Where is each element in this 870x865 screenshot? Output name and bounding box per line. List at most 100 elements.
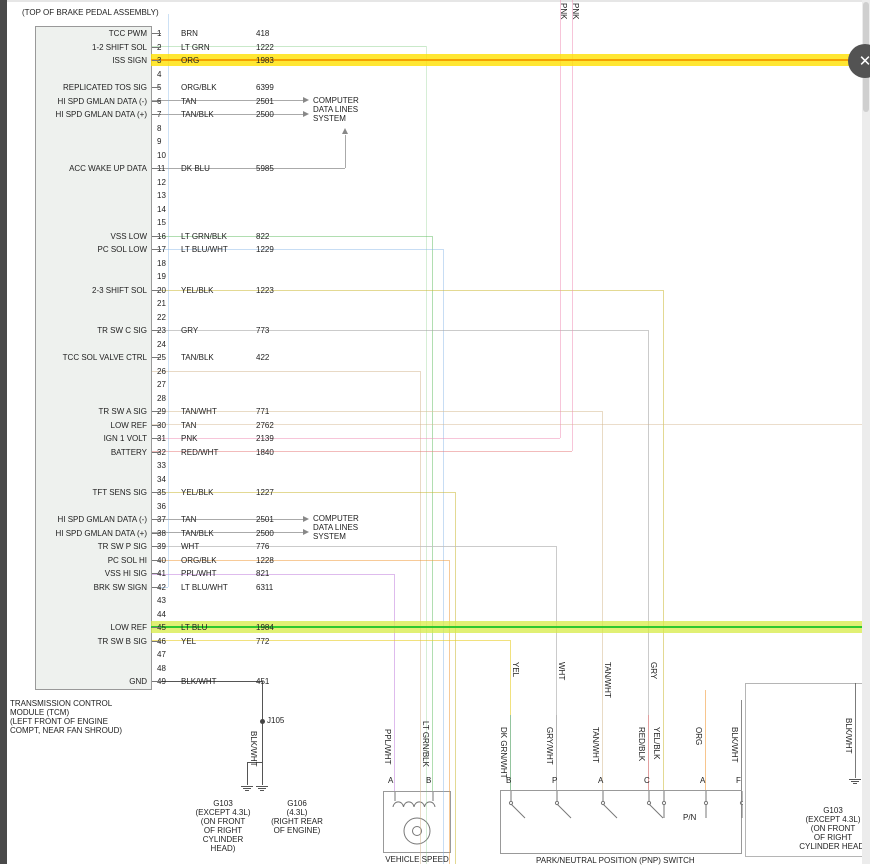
pnp-pin-letter: F — [736, 776, 741, 785]
pin-stub — [152, 519, 161, 520]
pin-signal-label: IGN 1 VOLT — [38, 434, 147, 443]
offpage-arrow-icon — [303, 516, 309, 522]
pin-number: 27 — [157, 380, 166, 389]
pin-signal-label: ACC WAKE UP DATA — [38, 164, 147, 173]
tcm-pin-row: TR SW A SIG 29 TAN/WHT 771 — [38, 407, 300, 421]
wire-segment[interactable] — [510, 640, 511, 715]
splice-dot — [260, 719, 265, 724]
wire-segment[interactable] — [572, 0, 573, 451]
wire-color-label: ORG/BLK — [181, 83, 217, 92]
wire-segment[interactable] — [449, 560, 450, 864]
pin-number: 19 — [157, 272, 166, 281]
pin-stub — [152, 87, 161, 88]
wire-segment[interactable] — [455, 492, 456, 864]
panel-toggle-button[interactable]: ✕ — [848, 44, 870, 78]
wire-color-label: YEL/BLK — [652, 727, 661, 759]
wire-color-label: TAN/WHT — [603, 662, 612, 698]
pin-number: 24 — [157, 340, 166, 349]
wire-segment[interactable] — [855, 683, 856, 778]
tcm-pin-row: 14 — [38, 205, 300, 219]
top-note: (TOP OF BRAKE PEDAL ASSEMBLY) — [22, 8, 159, 17]
tcm-pin-row: ACC WAKE UP DATA 11 DK BLU 5985 — [38, 164, 300, 178]
tcm-pin-row: LOW REF 30 TAN 2762 — [38, 421, 300, 435]
pnp-pin-letter: P — [552, 776, 557, 785]
pnp-pin-letter: A — [598, 776, 603, 785]
pin-number: 12 — [157, 178, 166, 187]
pin-number: 48 — [157, 664, 166, 673]
pin-stub — [152, 411, 161, 412]
wire-color-label: LT GRN/BLK — [421, 721, 430, 767]
pin-stub — [152, 452, 161, 453]
pin-stub — [152, 236, 161, 237]
pin-stub — [152, 573, 161, 574]
pin-stub — [152, 249, 161, 250]
pin-signal-label: HI SPD GMLAN DATA (+) — [38, 529, 147, 538]
wire-color-label: YEL — [181, 637, 196, 646]
tcm-pin-row: 34 — [38, 475, 300, 489]
pin-signal-label: PC SOL LOW — [38, 245, 147, 254]
wire-color-label: LT BLU/WHT — [181, 583, 228, 592]
tcm-pin-row: 24 — [38, 340, 300, 354]
wire-color-label: PPL/WHT — [383, 729, 392, 765]
wire-segment[interactable] — [648, 330, 649, 715]
tcm-pin-row: 18 — [38, 259, 300, 273]
tcm-pin-row: TR SW P SIG 39 WHT 776 — [38, 542, 300, 556]
circuit-number: 2501 — [256, 515, 274, 524]
wire-segment[interactable] — [262, 762, 263, 785]
tcm-pin-row: 27 — [38, 380, 300, 394]
vertical-scrollbar[interactable] — [862, 0, 870, 864]
pin-stub — [152, 60, 161, 61]
tcm-pin-row: 1-2 SHIFT SOL 2 LT GRN 1222 — [38, 43, 300, 57]
wire-segment[interactable] — [247, 762, 248, 785]
wire-color-label: BRN — [181, 29, 198, 38]
offpage-arrow-icon — [303, 111, 309, 117]
pin-stub — [152, 438, 161, 439]
wire-segment[interactable] — [394, 574, 395, 791]
pin-stub — [152, 627, 161, 628]
wire-color-label: TAN — [181, 421, 196, 430]
wire-segment[interactable] — [741, 700, 742, 790]
wire-color-label: TAN/BLK — [181, 110, 214, 119]
pin-stub — [152, 101, 161, 102]
wire-color-label: GRY/WHT — [545, 727, 554, 765]
pin-number: 14 — [157, 205, 166, 214]
pin-signal-label: HI SPD GMLAN DATA (+) — [38, 110, 147, 119]
tcm-pin-row: REPLICATED TOS SIG 5 ORG/BLK 6399 — [38, 83, 300, 97]
wire-segment[interactable] — [432, 236, 433, 791]
wire-segment[interactable] — [663, 290, 664, 790]
wire-segment[interactable] — [420, 371, 421, 864]
pin-stub — [152, 681, 161, 682]
tcm-pin-row: HI SPD GMLAN DATA (-) 37 TAN 2501 — [38, 515, 300, 529]
wire-segment[interactable] — [602, 411, 603, 790]
tcm-title: TRANSMISSION CONTROL MODULE (TCM) (LEFT … — [10, 699, 122, 735]
pnp-pn-label: P/N — [683, 813, 696, 822]
tcm-pin-row: TR SW B SIG 46 YEL 772 — [38, 637, 300, 651]
pin-number: 34 — [157, 475, 166, 484]
pin-signal-label: TCC SOL VALVE CTRL — [38, 353, 147, 362]
circuit-number: 2500 — [256, 110, 274, 119]
tcm-pin-row: ISS SIGN 3 ORG 1983 — [38, 56, 300, 70]
circuit-number: 773 — [256, 326, 269, 335]
circuit-number: 1840 — [256, 448, 274, 457]
wire-color-label: WHT — [181, 542, 199, 551]
wire-color-label: DK GRN/WHT — [499, 727, 508, 779]
tcm-pin-row: PC SOL LOW 17 LT BLU/WHT 1229 — [38, 245, 300, 259]
pin-signal-label: TR SW P SIG — [38, 542, 147, 551]
pin-stub — [152, 168, 161, 169]
ground-symbol — [256, 786, 268, 791]
ground-symbol — [849, 779, 861, 784]
wire-segment[interactable] — [345, 135, 346, 168]
pin-number: 28 — [157, 394, 166, 403]
wire-color-label: TAN — [181, 515, 196, 524]
tcm-pin-row: HI SPD GMLAN DATA (-) 6 TAN 2501 — [38, 97, 300, 111]
pin-stub — [152, 425, 161, 426]
pin-number: 22 — [157, 313, 166, 322]
pin-signal-label: HI SPD GMLAN DATA (-) — [38, 97, 147, 106]
wire-segment[interactable] — [443, 249, 444, 864]
pnp-switch-box — [500, 790, 742, 854]
pin-stub — [152, 492, 161, 493]
pin-number: 43 — [157, 596, 166, 605]
ground-label-g103: G103 (EXCEPT 4.3L) (ON FRONT OF RIGHT CY… — [190, 799, 256, 853]
wire-segment[interactable] — [705, 690, 706, 790]
pin-stub — [152, 33, 161, 34]
